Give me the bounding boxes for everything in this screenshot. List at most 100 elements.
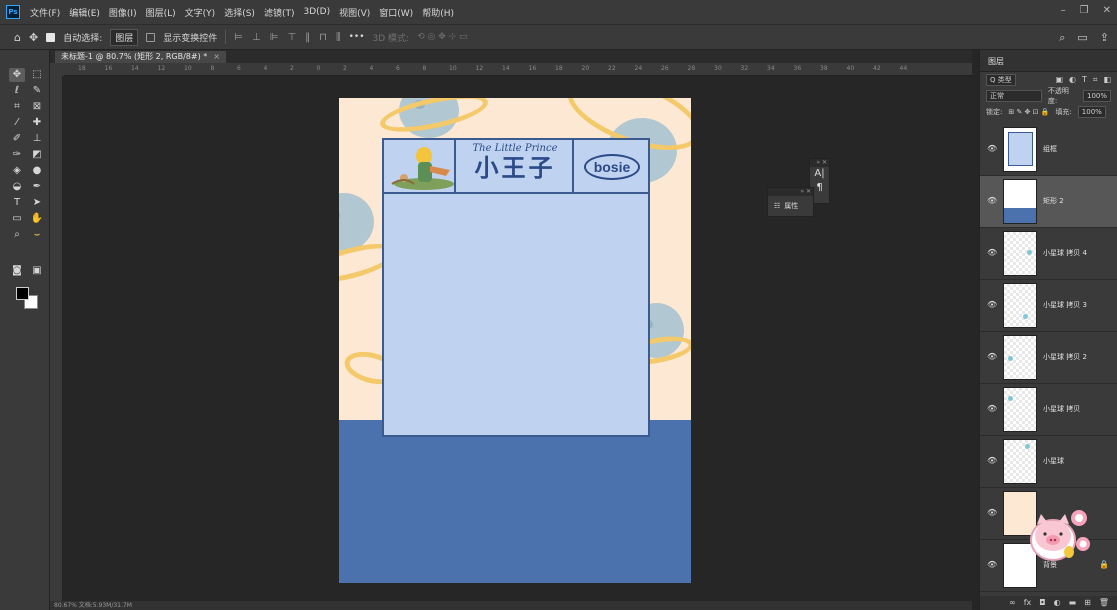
- eyedropper-tool-icon[interactable]: ⁄: [9, 116, 25, 130]
- pixel-filter-icon[interactable]: ▣: [1055, 75, 1063, 85]
- horizontal-ruler[interactable]: 18 16 14 12 10 8 6 4 2 0 2 4 6 8 10 12 14 16 18 20 22 24 26 28 3…: [64, 63, 972, 76]
- visibility-eye-icon[interactable]: 👁: [987, 352, 997, 361]
- stamp-tool-icon[interactable]: ⊥: [29, 132, 45, 146]
- visibility-eye-icon[interactable]: 👁: [987, 560, 997, 569]
- trash-icon[interactable]: 🗑: [1099, 596, 1109, 610]
- fill-field[interactable]: 100%: [1077, 106, 1106, 118]
- new-layer-icon[interactable]: ⊞: [1084, 596, 1091, 610]
- align-left-icon[interactable]: ⊨: [234, 32, 243, 43]
- align-center-icon[interactable]: ⊥: [252, 32, 261, 43]
- mask-icon[interactable]: ◘: [1039, 596, 1045, 610]
- menu-filter[interactable]: 滤镜(T): [264, 6, 295, 19]
- lock-icons[interactable]: ⊞ ✎ ✥ ⊡ 🔒: [1008, 108, 1049, 116]
- vertical-ruler[interactable]: [50, 76, 63, 610]
- layer-filter-dropdown[interactable]: Q 类型: [986, 74, 1016, 86]
- visibility-eye-icon[interactable]: 👁: [987, 508, 997, 517]
- blend-mode-dropdown[interactable]: 正常: [986, 90, 1042, 102]
- panel-header[interactable]: » ✕: [810, 159, 829, 167]
- document-tab[interactable]: 未标题-1 @ 80.7% (矩形 2, RGB/8#) * ×: [55, 51, 226, 63]
- smart-filter-icon[interactable]: ◧: [1103, 75, 1111, 85]
- healing-brush-icon[interactable]: ✚: [29, 116, 45, 130]
- quick-select-tool-icon[interactable]: ✎: [29, 84, 45, 98]
- properties-panel-collapsed[interactable]: » ✕ ☷ 属性: [767, 187, 814, 217]
- layers-tab[interactable]: 图层: [980, 50, 1117, 72]
- visibility-eye-icon[interactable]: 👁: [987, 300, 997, 309]
- close-icon[interactable]: ✕: [1103, 5, 1111, 16]
- move-tool-icon[interactable]: ✥: [29, 31, 38, 44]
- more-options-button[interactable]: •••: [349, 32, 365, 42]
- layer-row-selected[interactable]: 👁 矩形 2: [980, 176, 1117, 228]
- link-icon[interactable]: ∞: [1009, 596, 1016, 610]
- layer-row[interactable]: 👁 小星球: [980, 436, 1117, 488]
- visibility-eye-icon[interactable]: 👁: [987, 248, 997, 257]
- fx-icon[interactable]: fx: [1024, 596, 1032, 610]
- auto-select-checkbox[interactable]: [46, 32, 56, 42]
- menu-image[interactable]: 图像(I): [109, 6, 137, 19]
- align-bottom-icon[interactable]: ⊓: [319, 32, 327, 43]
- menu-help[interactable]: 帮助(H): [422, 6, 454, 19]
- rectangle-2-card[interactable]: The Little Prince 小王子 bosie: [382, 138, 650, 437]
- layer-row[interactable]: 👁 小星球 拷贝 4: [980, 228, 1117, 280]
- layer-row[interactable]: 👁 小星球 拷贝 2: [980, 332, 1117, 384]
- menu-view[interactable]: 视图(V): [339, 6, 370, 19]
- lasso-tool-icon[interactable]: ℓ: [9, 84, 25, 98]
- banana-icon[interactable]: ⌣: [29, 228, 45, 242]
- pen-tool-icon[interactable]: ✒: [29, 180, 45, 194]
- paint-bucket-icon[interactable]: ◈: [9, 164, 25, 178]
- workspace-icon[interactable]: ▭: [1077, 31, 1087, 45]
- menu-layer[interactable]: 图层(L): [146, 6, 176, 19]
- screen-mode-icon[interactable]: ▣: [29, 264, 45, 278]
- menu-select[interactable]: 选择(S): [224, 6, 255, 19]
- distribute-icon[interactable]: ⫼: [336, 32, 341, 43]
- layer-row[interactable]: 👁 小星球 拷贝: [980, 384, 1117, 436]
- menu-file[interactable]: 文件(F): [30, 6, 60, 19]
- opacity-field[interactable]: 100%: [1082, 90, 1111, 102]
- menu-edit[interactable]: 编辑(E): [69, 6, 100, 19]
- adjustment-filter-icon[interactable]: ◐: [1069, 75, 1076, 85]
- brush-tool-icon[interactable]: ✐: [9, 132, 25, 146]
- align-top-icon[interactable]: ⊤: [287, 32, 296, 43]
- share-icon[interactable]: ⇪: [1100, 31, 1109, 45]
- restore-icon[interactable]: ❐: [1080, 5, 1089, 16]
- type-tool-icon[interactable]: T: [9, 196, 25, 210]
- layer-row[interactable]: 👁 组框: [980, 124, 1117, 176]
- panel-header[interactable]: » ✕: [768, 188, 813, 196]
- dodge-tool-icon[interactable]: ◒: [9, 180, 25, 194]
- show-transform-checkbox[interactable]: [146, 32, 156, 42]
- history-brush-icon[interactable]: ✑: [9, 148, 25, 162]
- character-icon[interactable]: A|: [810, 167, 829, 181]
- crop-tool-icon[interactable]: ⌗: [9, 100, 25, 114]
- path-select-icon[interactable]: ➤: [29, 196, 45, 210]
- adjustment-icon[interactable]: ◐: [1054, 596, 1061, 610]
- menu-type[interactable]: 文字(Y): [185, 6, 216, 19]
- blur-tool-icon[interactable]: ●: [29, 164, 45, 178]
- visibility-eye-icon[interactable]: 👁: [987, 196, 997, 205]
- menu-window[interactable]: 窗口(W): [379, 6, 413, 19]
- visibility-eye-icon[interactable]: 👁: [987, 456, 997, 465]
- home-icon[interactable]: ⌂: [14, 31, 21, 44]
- menu-3d[interactable]: 3D(D): [303, 7, 330, 17]
- visibility-eye-icon[interactable]: 👁: [987, 404, 997, 413]
- layer-row[interactable]: 👁 小星球 拷贝 3: [980, 280, 1117, 332]
- zoom-tool-icon[interactable]: ⌕: [9, 228, 25, 242]
- visibility-eye-icon[interactable]: 👁: [987, 144, 997, 153]
- search-icon[interactable]: ⌕: [1059, 31, 1065, 45]
- properties-row[interactable]: ☷ 属性: [768, 196, 813, 216]
- hand-tool-icon[interactable]: ✋: [29, 212, 45, 226]
- frame-tool-icon[interactable]: ⊠: [29, 100, 45, 114]
- align-right-icon[interactable]: ⊫: [270, 32, 279, 43]
- align-middle-icon[interactable]: ‖: [305, 32, 310, 43]
- minimize-icon[interactable]: –: [1061, 5, 1066, 16]
- quick-mask-icon[interactable]: ◙: [9, 264, 25, 278]
- rectangle-tool-icon[interactable]: ▭: [9, 212, 25, 226]
- type-filter-icon[interactable]: T: [1082, 75, 1087, 85]
- artboard[interactable]: The Little Prince 小王子 bosie: [339, 98, 691, 583]
- auto-select-dropdown[interactable]: 图层: [110, 28, 139, 46]
- canvas-area[interactable]: The Little Prince 小王子 bosie: [64, 77, 972, 610]
- marquee-tool-icon[interactable]: ⬚: [29, 68, 45, 82]
- move-tool-icon[interactable]: ✥: [9, 68, 25, 82]
- folder-icon[interactable]: ▬: [1069, 596, 1077, 610]
- foreground-color-swatch[interactable]: [16, 287, 29, 300]
- shape-filter-icon[interactable]: ⌗: [1093, 75, 1098, 85]
- eraser-tool-icon[interactable]: ◩: [29, 148, 45, 162]
